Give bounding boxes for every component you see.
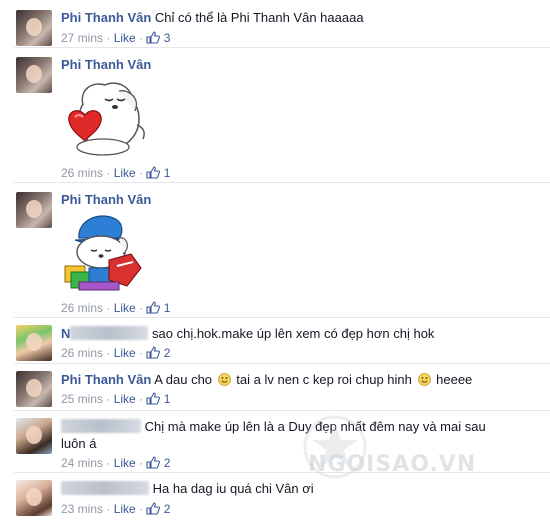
comment-author[interactable]: N (61, 326, 70, 341)
comment-meta: 26 mins · Like · 1 (61, 301, 170, 315)
comment-text: sao chị.hok.make úp lên xem có đẹp hơn c… (152, 326, 435, 341)
like-link[interactable]: Like (114, 456, 136, 470)
like-count[interactable]: 2 (164, 502, 171, 516)
like-link[interactable]: Like (114, 346, 136, 360)
comment-author[interactable]: Phi Thanh Vân (61, 192, 151, 207)
thumbs-up-icon (146, 502, 161, 515)
comment-time[interactable]: 23 mins (61, 502, 103, 516)
meta-separator: · (139, 346, 144, 360)
comment-time[interactable]: 24 mins (61, 456, 103, 470)
watermark-text: NGOISAO.VN (308, 452, 477, 477)
avatar[interactable] (16, 10, 52, 46)
meta-separator: · (106, 346, 111, 360)
meta-separator: · (106, 502, 111, 516)
avatar[interactable] (16, 192, 52, 228)
thumbs-up-icon (146, 456, 161, 469)
comment-meta: 24 mins · Like · 2 (61, 456, 170, 470)
comment-time[interactable]: 26 mins (61, 346, 103, 360)
like-link[interactable]: Like (114, 166, 136, 180)
meta-separator: · (106, 456, 111, 470)
comment-body: N sao chị.hok.make úp lên xem có đẹp hơn… (61, 325, 538, 342)
avatar[interactable] (16, 325, 52, 361)
meta-separator: · (139, 31, 144, 45)
comment-body: Phi Thanh Vân Chỉ có thể là Phi Thanh Vâ… (61, 9, 538, 26)
like-count[interactable]: 2 (164, 456, 171, 470)
like-count[interactable]: 1 (164, 301, 171, 315)
like-count[interactable]: 3 (164, 31, 171, 45)
comment-text-part: A dau cho (154, 372, 213, 387)
avatar[interactable] (16, 480, 52, 516)
comment-time[interactable]: 25 mins (61, 392, 103, 406)
smiley-emoticon-icon (217, 373, 231, 386)
blurred-author-name (61, 419, 141, 433)
like-count[interactable]: 2 (164, 346, 171, 360)
comment-meta: 25 mins · Like · 1 (61, 392, 170, 406)
like-link[interactable]: Like (114, 301, 136, 315)
thumbs-up-icon (146, 31, 161, 44)
like-link[interactable]: Like (114, 392, 136, 406)
thumbs-up-icon (146, 166, 161, 179)
smiley-emoticon-icon (417, 373, 431, 386)
like-link[interactable]: Like (114, 502, 136, 516)
meta-separator: · (139, 502, 144, 516)
meta-separator: · (139, 166, 144, 180)
meta-separator: · (106, 31, 111, 45)
blurred-author-name (70, 326, 149, 340)
comment-divider (14, 410, 550, 411)
comment-divider (14, 182, 550, 183)
meta-separator: · (106, 392, 111, 406)
meta-separator: · (139, 392, 144, 406)
comment-body: Phi Thanh Vân (61, 56, 538, 73)
meta-separator: · (106, 166, 111, 180)
meta-separator: · (139, 456, 144, 470)
avatar[interactable] (16, 57, 52, 93)
avatar[interactable] (16, 371, 52, 407)
meta-separator: · (139, 301, 144, 315)
comment-meta: 26 mins · Like · 2 (61, 346, 170, 360)
comment-divider (14, 317, 550, 318)
dog-hugging-heart-sticker (68, 82, 145, 156)
comment-body: Phi Thanh Vân (61, 191, 538, 208)
comment-meta: 26 mins · Like · 1 (61, 166, 170, 180)
comment-author[interactable]: Phi Thanh Vân (61, 57, 151, 72)
thumbs-up-icon (146, 346, 161, 359)
comment-text: Ha ha dag iu quá chi Vân ơi (152, 481, 314, 496)
comment-meta: 27 mins · Like · 3 (61, 31, 170, 45)
comment-body: Chị mà make úp lên là a Duy đẹp nhất đêm… (61, 418, 510, 452)
comment-body: Ha ha dag iu quá chi Vân ơi (61, 480, 538, 497)
comment-time[interactable]: 27 mins (61, 31, 103, 45)
comment-text-part: heeee (436, 372, 473, 387)
dog-with-cap-and-gifts-sticker (64, 215, 142, 291)
blurred-author-name (61, 481, 149, 495)
like-count[interactable]: 1 (164, 392, 171, 406)
comment-author[interactable]: Phi Thanh Vân (61, 10, 151, 25)
comment-text-part: tai a lv nen c kep roi chup hinh (236, 372, 412, 387)
like-count[interactable]: 1 (164, 166, 171, 180)
comment-meta: 23 mins · Like · 2 (61, 502, 170, 516)
meta-separator: · (106, 301, 111, 315)
comment-time[interactable]: 26 mins (61, 166, 103, 180)
comment-text: Chỉ có thể là Phi Thanh Vân haaaaa (154, 10, 364, 25)
like-link[interactable]: Like (114, 31, 136, 45)
comment-body: Phi Thanh Vân A dau cho tai a lv nen c k… (61, 371, 538, 388)
thumbs-up-icon (146, 392, 161, 405)
avatar[interactable] (16, 418, 52, 454)
thumbs-up-icon (146, 301, 161, 314)
comment-author[interactable]: Phi Thanh Vân (61, 372, 151, 387)
comment-divider (14, 47, 550, 48)
comment-divider (14, 363, 550, 364)
comment-time[interactable]: 26 mins (61, 301, 103, 315)
